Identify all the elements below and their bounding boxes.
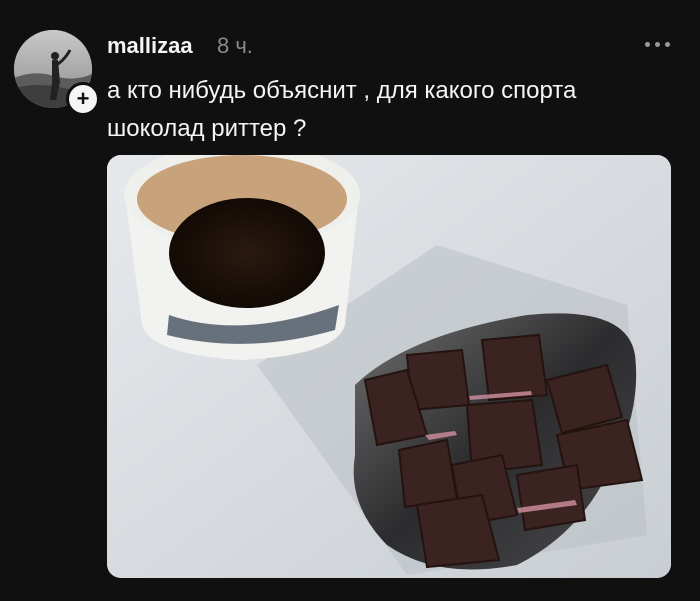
username[interactable]: mallizaa [107, 33, 193, 59]
post-image[interactable] [107, 155, 671, 578]
coffee-and-chocolate-photo [107, 155, 671, 578]
more-horizontal-icon [664, 41, 670, 47]
more-horizontal-icon [654, 41, 660, 47]
follow-button[interactable]: + [66, 82, 100, 116]
plus-icon: + [76, 86, 90, 111]
post-text: а кто нибудь объяснит , для какого спорт… [107, 77, 577, 142]
more-options-button[interactable] [640, 34, 674, 54]
post-time: 8 ч. [217, 33, 253, 58]
more-horizontal-icon [644, 41, 650, 47]
